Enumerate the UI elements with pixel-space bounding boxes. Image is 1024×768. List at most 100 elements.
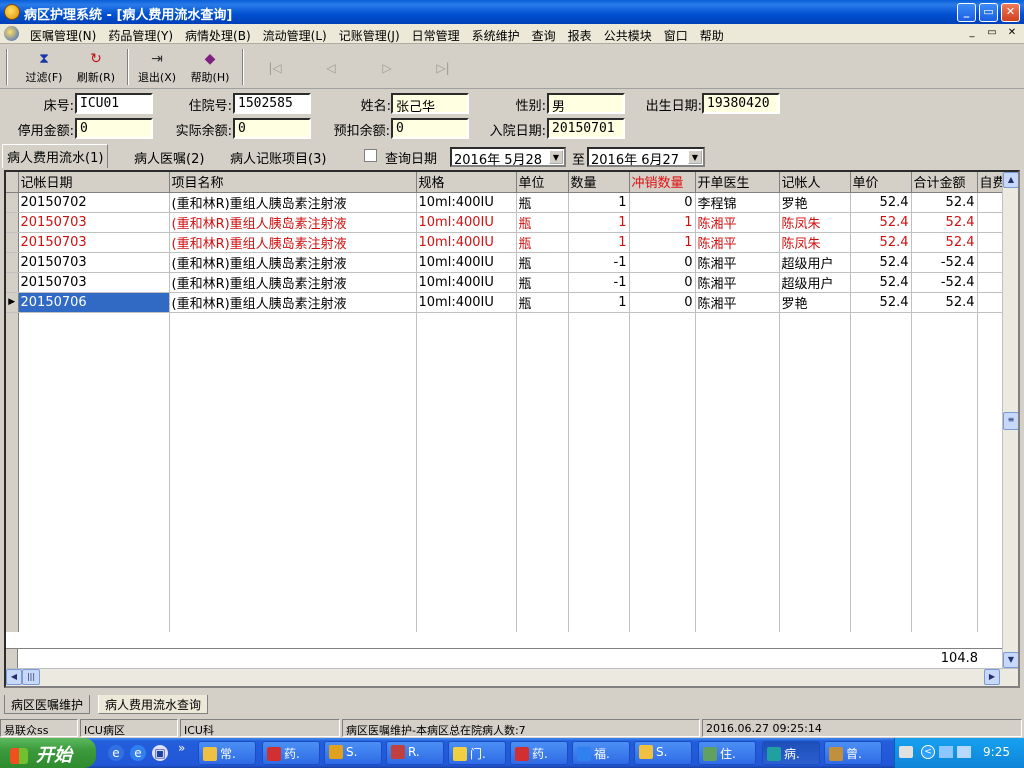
query-date-checkbox[interactable] — [364, 149, 377, 162]
cell-unit[interactable]: 瓶 — [516, 252, 569, 273]
bed-field[interactable]: ICU01 — [75, 93, 153, 114]
cell-date[interactable]: 20150703 — [18, 272, 170, 293]
menu-report[interactable]: 报表 — [562, 27, 598, 44]
row-indicator[interactable]: ▶ — [6, 292, 19, 313]
scroll-right-icon[interactable]: ▶ — [984, 669, 1000, 685]
mdi-minimize-button[interactable]: _ — [964, 26, 980, 40]
close-button[interactable]: ✕ — [1001, 3, 1020, 22]
taskbar-task[interactable]: 门. — [448, 741, 506, 765]
scroll-thumb[interactable]: ≡ — [1003, 412, 1018, 430]
cell-clerk[interactable]: 陈凤朱 — [779, 232, 851, 253]
cell-doctor[interactable]: 李程锦 — [695, 192, 780, 213]
last-record-icon[interactable]: ▷| — [434, 61, 452, 75]
table-row[interactable]: ▶ 20150706 (重和林R)重组人胰岛素注射液 10ml:400IU 瓶 1 0 陈湘平… — [6, 292, 1009, 313]
taskbar-task[interactable]: 住. — [698, 741, 756, 765]
cell-price[interactable]: 52.4 — [850, 212, 912, 233]
tray-arrow-icon[interactable]: < — [921, 745, 935, 759]
tab-fee-flow-query[interactable]: 病人费用流水查询 — [98, 695, 209, 714]
cell-spec[interactable]: 10ml:400IU — [416, 272, 517, 293]
cell-total[interactable]: 52.4 — [911, 192, 978, 213]
cell-qty[interactable]: -1 — [568, 252, 630, 273]
hscroll-thumb[interactable]: ||| — [22, 669, 40, 685]
cell-date[interactable]: 20150703 — [18, 212, 170, 233]
menu-window[interactable]: 窗口 — [658, 27, 694, 44]
cell-price[interactable]: 52.4 — [850, 272, 912, 293]
desktop-icon[interactable]: ▣ — [152, 745, 168, 761]
col-item[interactable]: 项目名称 — [169, 172, 417, 193]
exit-button[interactable]: ⇥ 退出(X) — [135, 51, 179, 87]
admit-date-field[interactable]: 20150701 — [547, 118, 625, 139]
stopped-amount-field[interactable]: 0 — [75, 118, 153, 139]
cell-reversal[interactable]: 0 — [629, 192, 696, 213]
menu-public[interactable]: 公共模块 — [598, 27, 658, 44]
cell-item[interactable]: (重和林R)重组人胰岛素注射液 — [169, 292, 417, 313]
col-total[interactable]: 合计金额 — [911, 172, 978, 193]
row-indicator[interactable] — [6, 232, 19, 253]
menu-query[interactable]: 查询 — [526, 27, 562, 44]
cell-reversal[interactable]: 1 — [629, 232, 696, 253]
table-row[interactable]: 20150702 (重和林R)重组人胰岛素注射液 10ml:400IU 瓶 1 0 李程锦罗… — [6, 192, 1009, 213]
help-button[interactable]: ◆ 帮助(H) — [188, 51, 232, 87]
horizontal-scrollbar[interactable]: ◀ ||| ▶ — [6, 668, 1018, 686]
cell-total[interactable]: 52.4 — [911, 212, 978, 233]
tab-billing-items[interactable]: 病人记账项目(3) — [226, 146, 330, 168]
maximize-button[interactable]: ▭ — [979, 3, 998, 22]
tab-orders-maint[interactable]: 病区医嘱维护 — [4, 695, 91, 714]
quicklaunch-more-icon[interactable]: » — [178, 741, 185, 755]
menu-flow[interactable]: 流动管理(L) — [257, 27, 333, 44]
row-indicator[interactable] — [6, 252, 19, 273]
taskbar-task[interactable]: S. — [324, 741, 382, 765]
cell-date[interactable]: 20150703 — [18, 232, 170, 253]
monitor-icon[interactable] — [957, 746, 971, 758]
cell-clerk[interactable]: 陈凤朱 — [779, 212, 851, 233]
refresh-button[interactable]: ↻ 刷新(R) — [74, 51, 118, 87]
taskbar-task[interactable]: 福. — [572, 741, 630, 765]
cell-doctor[interactable]: 陈湘平 — [695, 272, 780, 293]
col-doctor[interactable]: 开单医生 — [695, 172, 780, 193]
cell-item[interactable]: (重和林R)重组人胰岛素注射液 — [169, 252, 417, 273]
menu-help[interactable]: 帮助 — [694, 27, 730, 44]
cell-qty[interactable]: 1 — [568, 212, 630, 233]
cell-doctor[interactable]: 陈湘平 — [695, 292, 780, 313]
cell-spec[interactable]: 10ml:400IU — [416, 232, 517, 253]
cell-total[interactable]: -52.4 — [911, 272, 978, 293]
keyboard-icon[interactable] — [899, 746, 913, 758]
scroll-down-icon[interactable]: ▼ — [1003, 652, 1018, 668]
cell-price[interactable]: 52.4 — [850, 232, 912, 253]
gender-field[interactable]: 男 — [547, 93, 625, 114]
taskbar-task[interactable]: 病. — [762, 741, 820, 765]
row-indicator[interactable] — [6, 272, 19, 293]
cell-item[interactable]: (重和林R)重组人胰岛素注射液 — [169, 212, 417, 233]
menu-drugs[interactable]: 药品管理(Y) — [102, 27, 179, 44]
cell-unit[interactable]: 瓶 — [516, 212, 569, 233]
ie-icon[interactable]: e — [108, 745, 124, 761]
next-record-icon[interactable]: ▷ — [378, 61, 396, 75]
table-row[interactable]: 20150703 (重和林R)重组人胰岛素注射液 10ml:400IU 瓶 -1 0 陈湘平… — [6, 252, 1009, 273]
taskbar-task[interactable]: 常. — [198, 741, 256, 765]
cell-clerk[interactable]: 超级用户 — [779, 272, 851, 293]
filter-button[interactable]: ⧗ 过滤(F) — [22, 51, 66, 87]
col-date[interactable]: 记帐日期 — [18, 172, 170, 193]
table-row[interactable]: 20150703 (重和林R)重组人胰岛素注射液 10ml:400IU 瓶 1 1 陈湘平陈… — [6, 232, 1009, 253]
taskbar-task[interactable]: 药. — [510, 741, 568, 765]
cell-qty[interactable]: 1 — [568, 292, 630, 313]
name-field[interactable]: 张己华 — [391, 93, 469, 114]
chevron-down-icon[interactable]: ▼ — [688, 150, 702, 164]
mdi-child-icon[interactable] — [4, 26, 19, 41]
cell-total[interactable]: -52.4 — [911, 252, 978, 273]
cell-total[interactable]: 52.4 — [911, 292, 978, 313]
cell-unit[interactable]: 瓶 — [516, 292, 569, 313]
first-record-icon[interactable]: |◁ — [266, 61, 284, 75]
cell-total[interactable]: 52.4 — [911, 232, 978, 253]
cell-spec[interactable]: 10ml:400IU — [416, 252, 517, 273]
start-button[interactable]: 开始 — [0, 738, 96, 768]
chevron-down-icon[interactable]: ▼ — [549, 150, 563, 164]
cell-item[interactable]: (重和林R)重组人胰岛素注射液 — [169, 192, 417, 213]
cell-spec[interactable]: 10ml:400IU — [416, 292, 517, 313]
taskbar-task[interactable]: R. — [386, 741, 444, 765]
cell-unit[interactable]: 瓶 — [516, 272, 569, 293]
network-icon[interactable] — [939, 746, 953, 758]
mdi-close-button[interactable]: ✕ — [1004, 26, 1020, 40]
browser-icon[interactable]: e — [130, 745, 146, 761]
cell-date[interactable]: 20150706 — [18, 292, 170, 313]
